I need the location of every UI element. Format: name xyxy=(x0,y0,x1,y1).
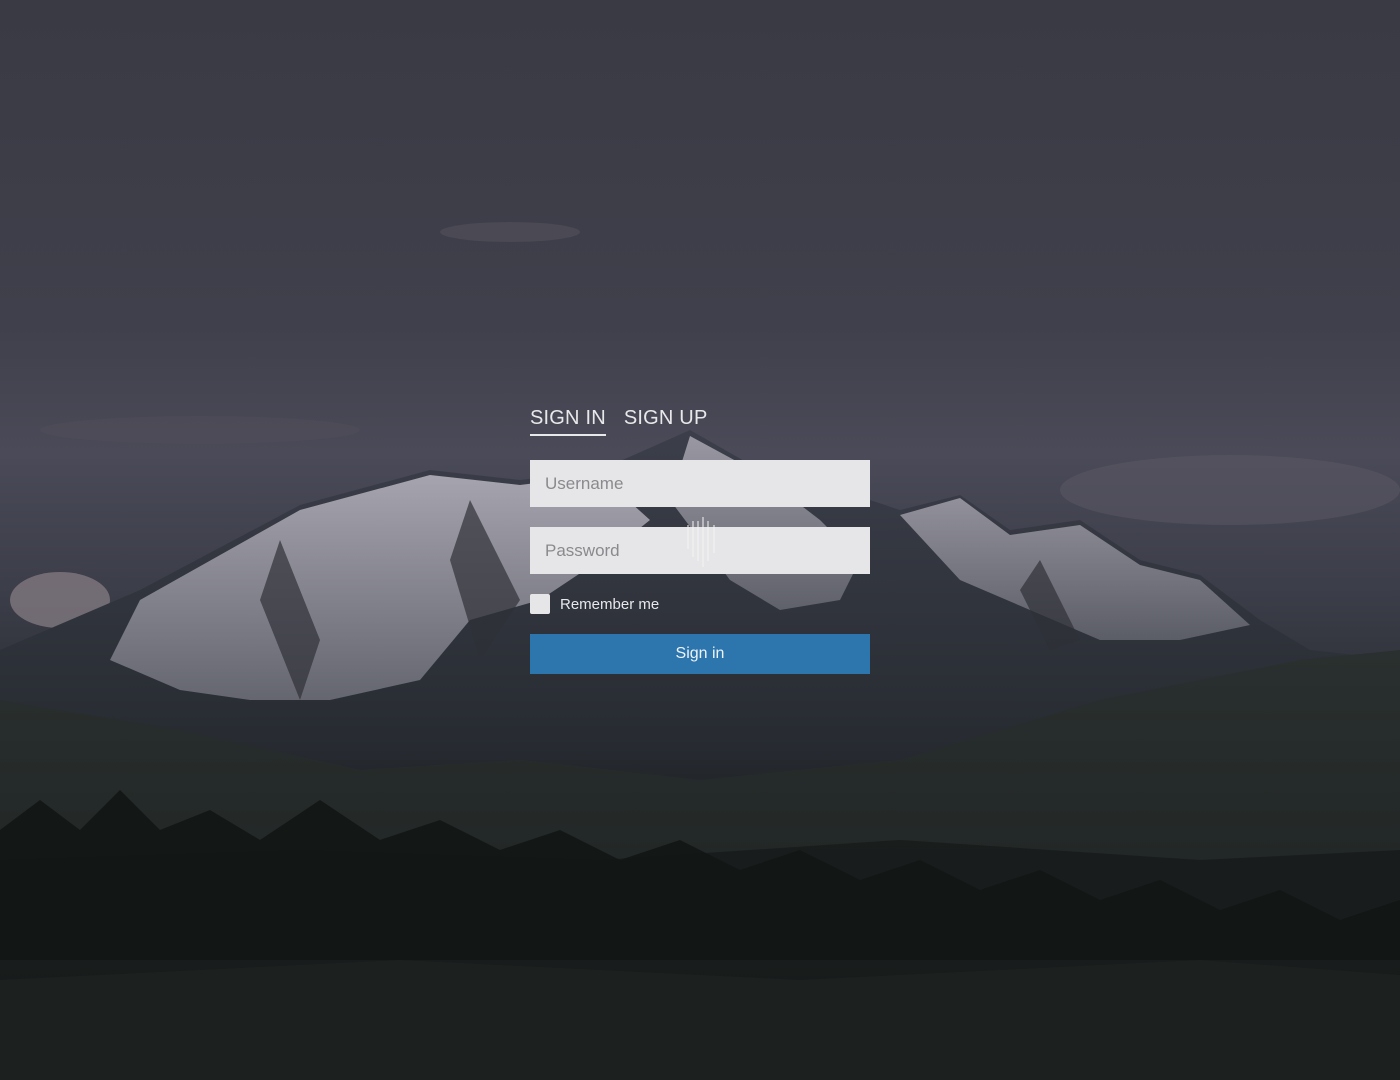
sign-in-button[interactable]: Sign in xyxy=(530,634,870,674)
username-input[interactable] xyxy=(530,460,870,507)
tab-sign-in[interactable]: SIGN IN xyxy=(530,404,606,436)
text-cursor-icon xyxy=(687,517,715,567)
auth-tabs: SIGN IN SIGN UP xyxy=(530,404,870,436)
remember-me-label[interactable]: Remember me xyxy=(560,596,659,613)
remember-me-checkbox[interactable] xyxy=(530,594,550,614)
login-page: SIGN IN SIGN UP Remember me Sign in xyxy=(0,0,1400,1080)
tab-sign-up[interactable]: SIGN UP xyxy=(624,404,708,434)
remember-me-row: Remember me xyxy=(530,594,870,614)
